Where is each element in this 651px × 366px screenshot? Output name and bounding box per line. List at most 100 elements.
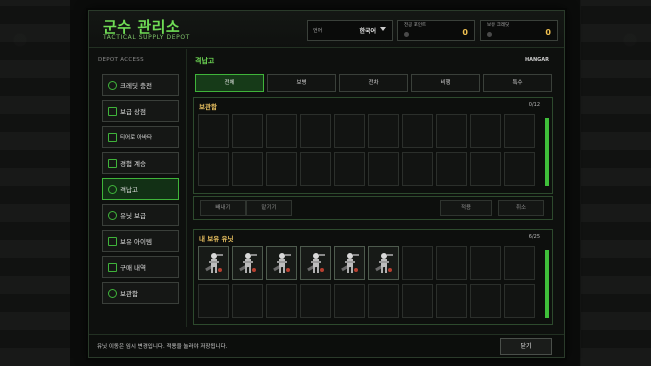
sidebar-item-label: 보유 아이템 [120, 238, 152, 246]
page-badge: HANGAR [524, 57, 549, 63]
empty-slot[interactable] [198, 152, 229, 186]
empty-slot[interactable] [300, 152, 331, 186]
empty-slot[interactable] [436, 246, 467, 280]
sidebar-item-hangar[interactable]: 격납고 [102, 178, 179, 200]
sidebar: DEPOT ACCESS 크레딧 충전 보급 상점 티어로 아바타 경험 계승 … [95, 51, 183, 323]
page-title: 격납고 [195, 57, 215, 65]
empty-slot[interactable] [232, 284, 263, 318]
empty-slot[interactable] [470, 246, 501, 280]
empty-slot[interactable] [334, 152, 365, 186]
soldier-unit-icon [341, 253, 359, 273]
apply-button[interactable]: 적용 [440, 200, 492, 216]
empty-slot[interactable] [368, 152, 399, 186]
tab-tank[interactable]: 전차 [339, 74, 408, 92]
scrollbar-thumb[interactable] [545, 118, 549, 186]
unit-slot[interactable] [198, 246, 229, 280]
sidebar-item-label: 격납고 [120, 186, 138, 194]
unit-slot[interactable] [232, 246, 263, 280]
empty-slot[interactable] [436, 152, 467, 186]
cancel-button[interactable]: 취소 [498, 200, 544, 216]
unit-slot[interactable] [368, 246, 399, 280]
sidebar-item-supply-shop[interactable]: 보급 상점 [102, 100, 179, 122]
tab-all[interactable]: 전체 [195, 74, 264, 92]
withdraw-button[interactable]: 빼내기 [200, 200, 246, 216]
sidebar-item-credit-charge[interactable]: 크레딧 충전 [102, 74, 179, 96]
empty-slot[interactable] [436, 114, 467, 148]
tab-air[interactable]: 비행 [411, 74, 480, 92]
empty-slot[interactable] [470, 114, 501, 148]
empty-slot[interactable] [470, 284, 501, 318]
language-value: 한국어 [359, 28, 376, 35]
sidebar-item-label: 경험 계승 [120, 160, 146, 168]
unit-slot[interactable] [334, 246, 365, 280]
unit-supply-icon [108, 211, 117, 220]
owned-units-count: 6/25 [528, 234, 540, 240]
owned-scrollbar[interactable] [545, 250, 549, 318]
unit-slot[interactable] [300, 246, 331, 280]
soldier-unit-icon [273, 253, 291, 273]
sidebar-item-owned-items[interactable]: 보유 아이템 [102, 230, 179, 252]
soldier-unit-icon [205, 253, 223, 273]
empty-slot[interactable] [504, 152, 535, 186]
stat-value: 0 [462, 28, 468, 37]
empty-slot[interactable] [402, 246, 433, 280]
empty-slot[interactable] [266, 284, 297, 318]
sidebar-item-avatar[interactable]: 티어로 아바타 [102, 126, 179, 148]
empty-slot[interactable] [402, 114, 433, 148]
stat-value: 0 [545, 28, 551, 37]
empty-slot[interactable] [300, 114, 331, 148]
close-button[interactable]: 닫기 [500, 338, 552, 355]
empty-slot[interactable] [368, 114, 399, 148]
storage-grid [198, 114, 535, 186]
window-subtitle: TACTICAL SUPPLY DEPOT [103, 34, 190, 41]
empty-slot[interactable] [198, 114, 229, 148]
empty-slot[interactable] [504, 246, 535, 280]
empty-slot[interactable] [402, 284, 433, 318]
empty-slot[interactable] [368, 284, 399, 318]
empty-slot[interactable] [266, 152, 297, 186]
scrollbar-thumb[interactable] [545, 250, 549, 318]
empty-slot[interactable] [232, 152, 263, 186]
empty-slot[interactable] [300, 284, 331, 318]
sidebar-item-purchase-history[interactable]: 구매 내역 [102, 256, 179, 278]
chevron-down-icon [380, 27, 386, 31]
points-icon [404, 32, 409, 37]
tab-special[interactable]: 특수 [483, 74, 552, 92]
storage-scrollbar[interactable] [545, 118, 549, 186]
soldier-unit-icon [375, 253, 393, 273]
empty-slot[interactable] [504, 284, 535, 318]
sidebar-item-label: 구매 내역 [120, 264, 146, 272]
sidebar-item-experience[interactable]: 경험 계승 [102, 152, 179, 174]
merit-points-box: 전공 포인트 0 [397, 20, 475, 41]
credits-box: 보유 크레딧 0 [480, 20, 558, 41]
tab-infantry[interactable]: 보병 [267, 74, 336, 92]
owned-units-panel: 내 보유 유닛 6/25 [193, 229, 553, 325]
empty-slot[interactable] [334, 284, 365, 318]
credit-icon [108, 81, 117, 90]
empty-slot[interactable] [504, 114, 535, 148]
empty-slot[interactable] [266, 114, 297, 148]
deposit-button[interactable]: 맡기기 [246, 200, 292, 216]
action-bar: 빼내기 맡기기 적용 취소 [193, 196, 553, 220]
footer: 유닛 이동은 임시 변경입니다. 적용을 눌러야 저장됩니다. 닫기 [89, 334, 564, 357]
experience-icon [108, 159, 117, 168]
sidebar-item-storage[interactable]: 보관함 [102, 282, 179, 304]
empty-slot[interactable] [470, 152, 501, 186]
empty-slot[interactable] [232, 114, 263, 148]
depot-window: 군수 관리소 TACTICAL SUPPLY DEPOT 언어 한국어 전공 포… [88, 10, 565, 358]
empty-slot[interactable] [436, 284, 467, 318]
hangar-icon [108, 185, 117, 194]
sidebar-item-label: 보관함 [120, 290, 138, 298]
history-icon [108, 263, 117, 272]
sidebar-item-label: 티어로 아바타 [120, 135, 153, 141]
empty-slot[interactable] [402, 152, 433, 186]
storage-count: 0/12 [528, 102, 540, 108]
unit-slot[interactable] [266, 246, 297, 280]
storage-panel: 보관함 0/12 [193, 97, 553, 194]
sidebar-item-unit-supply[interactable]: 유닛 보급 [102, 204, 179, 226]
empty-slot[interactable] [334, 114, 365, 148]
empty-slot[interactable] [198, 284, 229, 318]
right-decoration [581, 0, 651, 366]
language-select[interactable]: 언어 한국어 [307, 20, 393, 41]
owned-units-grid [198, 246, 535, 318]
